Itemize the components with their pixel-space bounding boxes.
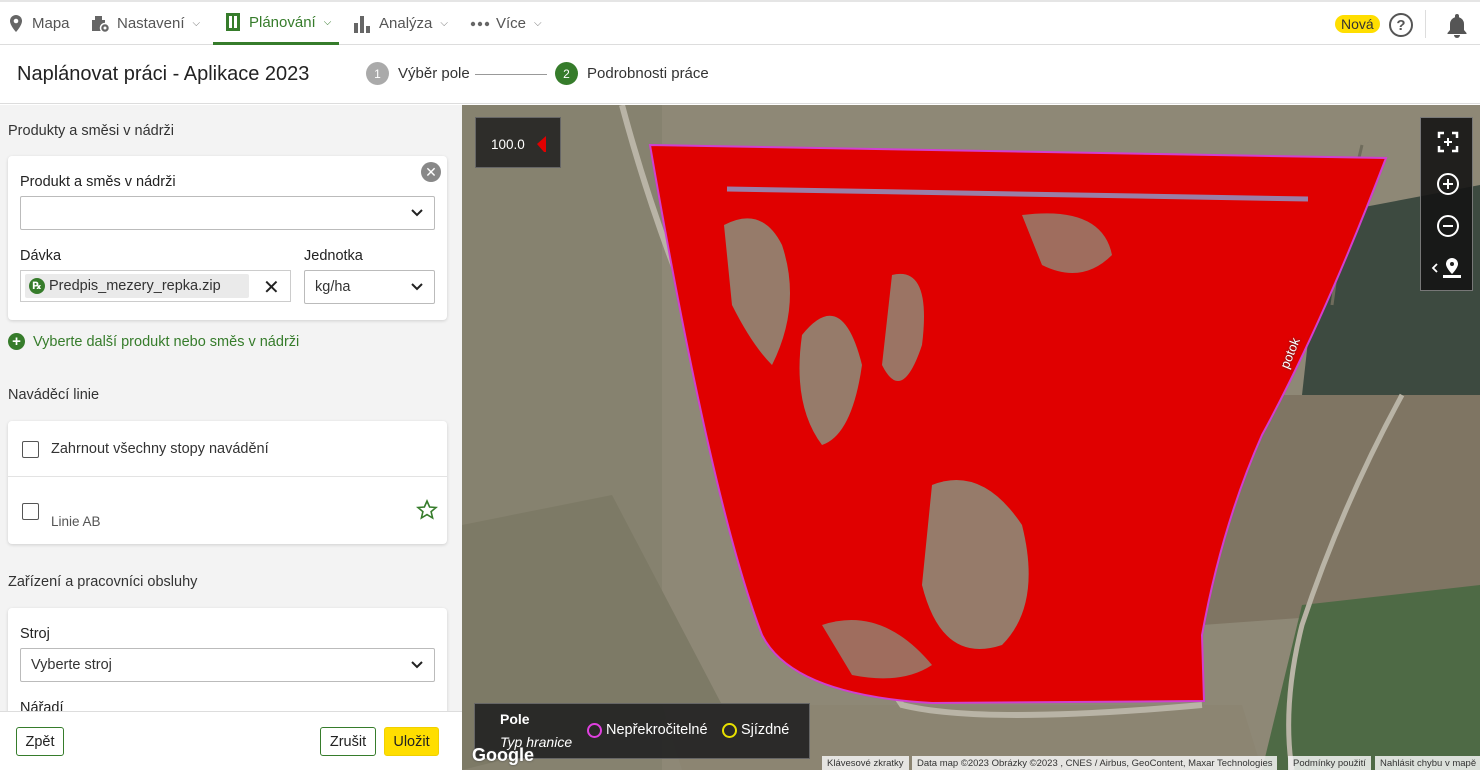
dose-file-field[interactable]: ℞ Predpis_mezery_repka.zip ✕ <box>20 270 291 302</box>
section-title-equipment: Zařízení a pracovníci obsluhy <box>8 574 198 590</box>
step-label: Podrobnosti práce <box>587 65 709 82</box>
planning-clipboard-icon <box>223 12 243 32</box>
nav-label: Nastavení <box>117 15 185 32</box>
nav-item-planovani[interactable]: Plánování ⌵ <box>213 2 339 45</box>
plus-circle-icon: + <box>8 333 25 350</box>
chevron-down-icon: ⌵ <box>323 16 332 28</box>
dose-file-chip: ℞ Predpis_mezery_repka.zip <box>25 274 249 298</box>
section-title-guidance: Naváděcí linie <box>8 387 100 403</box>
report-error-link[interactable]: Nahlásit chybu v mapě <box>1375 756 1480 770</box>
page-header: Naplánovat práci - Aplikace 2023 1 Výběr… <box>0 45 1480 104</box>
terms-link[interactable]: Podmínky použití <box>1288 756 1371 770</box>
save-button[interactable]: Uložit <box>384 727 439 756</box>
chevron-down-icon: ⌵ <box>534 18 542 29</box>
new-badge[interactable]: Nová <box>1335 15 1380 33</box>
nav-item-mapa[interactable]: Mapa <box>6 2 70 45</box>
notification-bell-icon[interactable] <box>1444 12 1470 43</box>
clear-file-icon[interactable]: ✕ <box>263 275 280 300</box>
chevron-down-icon: ⌵ <box>192 18 201 29</box>
divider <box>8 476 447 477</box>
step-work-details[interactable]: 2 Podrobnosti práce <box>555 62 709 85</box>
equipment-card: Stroj Vyberte stroj Nářadí <box>8 608 447 711</box>
legend-title: Pole <box>500 711 530 727</box>
step-number: 1 <box>366 62 389 85</box>
chevron-down-icon: ⌵ <box>440 18 448 29</box>
tool-label: Nářadí <box>20 700 64 711</box>
step-label: Výběr pole <box>398 65 470 82</box>
favorite-star-icon[interactable] <box>416 498 438 526</box>
nav-label: Více <box>496 15 527 32</box>
nav-item-nastaveni[interactable]: Nastavení ⌵ <box>91 2 200 45</box>
include-all-label: Zahrnout všechny stopy navádění <box>51 441 269 457</box>
map-view[interactable]: potok 100.0 Pole Typ hranice Nepřekročit… <box>462 105 1480 770</box>
machine-select-value: Vyberte stroj <box>31 657 112 673</box>
magenta-ring-icon <box>587 722 602 738</box>
legend-item-label: Sjízdné <box>741 722 790 738</box>
satellite-imagery <box>462 105 1480 770</box>
product-card: ✕ Produkt a směs v nádrži Dávka ℞ Predpi… <box>8 156 447 320</box>
nav-label: Plánování <box>249 13 316 31</box>
legend-item-impassable: Nepřekročitelné <box>587 722 708 738</box>
location-pin-icon[interactable] <box>1421 248 1474 288</box>
add-product-label: Vyberte další produkt nebo směs v nádrži <box>33 333 300 350</box>
map-data-attribution: Data map ©2023 Obrázky ©2023 , CNES / Ai… <box>912 756 1278 770</box>
nav-label: Mapa <box>32 15 70 32</box>
map-controls <box>1420 117 1473 291</box>
chevron-down-icon <box>410 280 424 298</box>
zoom-in-icon[interactable] <box>1421 164 1474 204</box>
page-title: Naplánovat práci - Aplikace 2023 <box>17 63 310 85</box>
panel-footer: Zpět Zrušit Uložit <box>0 711 462 770</box>
step-number: 2 <box>555 62 578 85</box>
guidance-card: Zahrnout všechny stopy navádění Linie AB <box>8 421 447 544</box>
yellow-ring-icon <box>722 722 737 738</box>
prescription-rx-icon: ℞ <box>29 278 45 294</box>
google-logo: Google <box>472 745 534 765</box>
dose-label: Dávka <box>20 248 62 264</box>
rate-scale-box[interactable]: 100.0 <box>475 117 561 168</box>
dose-file-name: Predpis_mezery_repka.zip <box>49 278 221 294</box>
include-all-checkbox[interactable] <box>22 441 39 458</box>
machine-select[interactable]: Vyberte stroj <box>20 648 435 682</box>
chevron-down-icon <box>410 658 424 676</box>
zoom-out-icon[interactable] <box>1421 206 1474 246</box>
rate-flag-icon <box>536 135 548 156</box>
help-icon[interactable]: ? <box>1389 13 1413 37</box>
nav-item-vice[interactable]: Více ⌵ <box>470 2 542 45</box>
left-panel: Produkty a směsi v nádrži ✕ Produkt a sm… <box>0 105 462 711</box>
legend-item-label: Nepřekročitelné <box>606 722 708 738</box>
ab-line-label: Linie AB <box>51 514 101 529</box>
ab-line-checkbox[interactable] <box>22 503 39 520</box>
settings-gear-icon <box>91 14 111 34</box>
more-dots-icon <box>470 14 490 34</box>
back-button[interactable]: Zpět <box>16 727 64 756</box>
nav-label: Analýza <box>379 15 433 32</box>
remove-product-icon[interactable]: ✕ <box>421 162 441 182</box>
bar-chart-icon <box>353 14 373 34</box>
section-title-products: Produkty a směsi v nádrži <box>8 123 175 139</box>
map-pin-icon <box>6 14 26 34</box>
step-field-selection[interactable]: 1 Výběr pole <box>366 62 470 85</box>
step-connector <box>475 74 547 75</box>
fullscreen-icon[interactable] <box>1421 122 1474 162</box>
product-select[interactable] <box>20 196 435 230</box>
unit-label: Jednotka <box>304 248 363 264</box>
add-product-link[interactable]: + Vyberte další produkt nebo směs v nádr… <box>8 333 299 350</box>
unit-select-value: kg/ha <box>315 279 351 295</box>
chevron-down-icon <box>410 206 424 224</box>
product-label: Produkt a směs v nádrži <box>20 174 176 190</box>
unit-select[interactable]: kg/ha <box>304 270 435 304</box>
legend-item-passable: Sjízdné <box>722 722 789 738</box>
cancel-button[interactable]: Zrušit <box>320 727 376 756</box>
machine-label: Stroj <box>20 626 50 642</box>
top-navigation: Mapa Nastavení ⌵ Plánování ⌵ Analýza ⌵ V… <box>0 0 1480 45</box>
keyboard-shortcuts-link[interactable]: Klávesové zkratky <box>822 756 909 770</box>
rate-scale-value: 100.0 <box>491 137 525 152</box>
nav-divider <box>1425 10 1426 38</box>
nav-item-analyza[interactable]: Analýza ⌵ <box>353 2 448 45</box>
